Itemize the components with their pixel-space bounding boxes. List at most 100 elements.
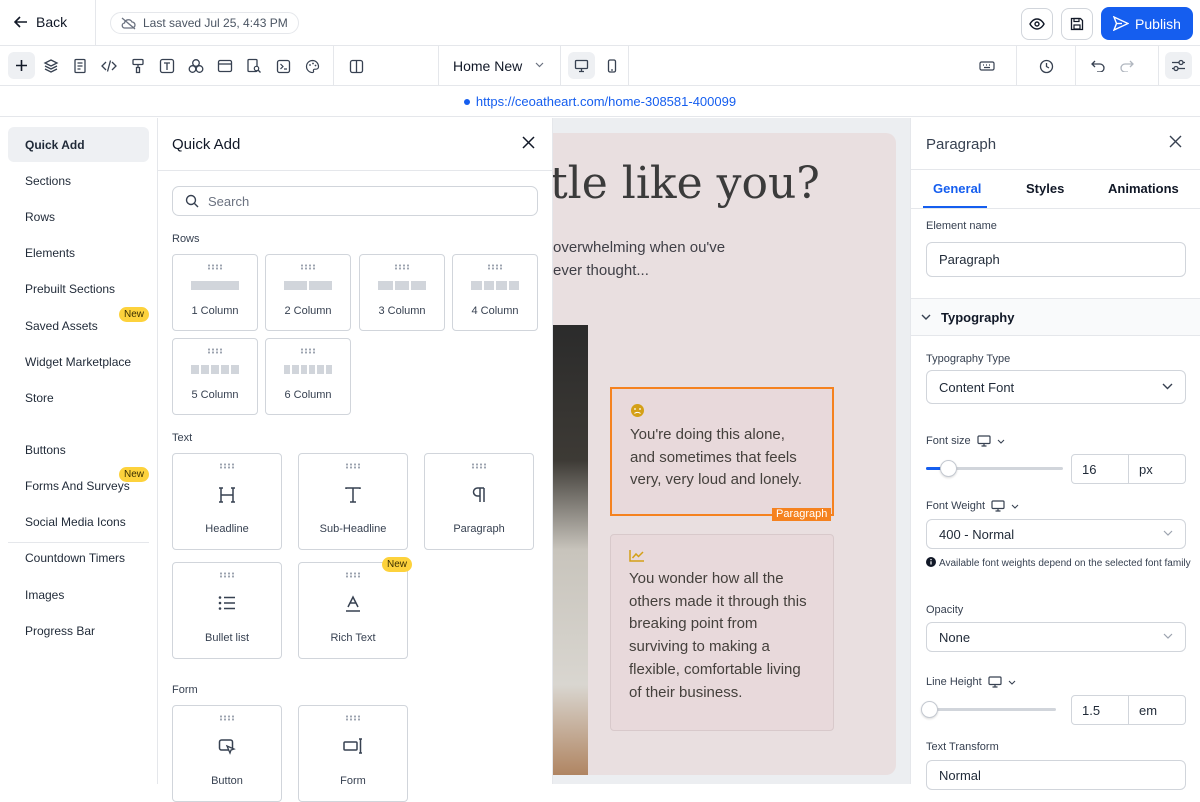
typography-button[interactable] [157,56,177,76]
slider-handle[interactable] [940,460,957,477]
text-t-icon [345,487,361,503]
font-size-unit-select[interactable]: px [1128,454,1186,484]
panel-title: Quick Add [172,136,241,153]
keyboard-shortcuts-button[interactable] [977,56,997,76]
settings-toggle-button[interactable] [1165,52,1192,79]
tab-general[interactable]: General [933,181,981,196]
text-box-icon [159,58,175,74]
redo-icon [1120,60,1134,72]
row-2-column-tile[interactable]: 2 Column [265,254,351,331]
shapes-button[interactable] [186,56,206,76]
publish-button[interactable]: Publish [1101,7,1193,40]
top-bar: Back Last saved Jul 25, 4:43 PM Publish [0,0,1200,46]
panel-title: Paragraph [926,136,997,153]
monitor-icon [574,59,589,72]
divider [1075,46,1076,86]
line-height-slider[interactable] [921,701,1056,718]
properties-panel: Paragraph General Styles Animations Elem… [910,118,1200,790]
keyboard-icon [979,61,995,71]
page-selector[interactable]: Home New [453,58,522,74]
line-height-input[interactable]: 1.5 [1071,695,1129,725]
back-button[interactable]: Back [14,14,67,30]
status-dot [463,98,470,105]
redo-button[interactable] [1117,56,1137,76]
undo-icon [1091,60,1105,72]
font-weight-select[interactable]: 400 - Normal [926,519,1186,549]
nav-rows[interactable]: Rows [8,199,149,234]
divider [333,46,334,86]
element-name-input[interactable]: Paragraph [926,242,1186,277]
new-badge: New [119,467,150,482]
text-section-label: Text [172,432,193,444]
hero-headline[interactable]: tle like you? [550,158,820,209]
history-button[interactable] [1036,56,1056,76]
bullet-list-tile[interactable]: Bullet list [172,562,282,659]
slider-handle[interactable] [921,701,938,718]
sub-headline-tile[interactable]: Sub-Headline [298,453,408,550]
nav-progress-bar[interactable]: Progress Bar [8,613,149,648]
font-size-input[interactable]: 16 [1071,454,1129,484]
save-button[interactable] [1061,8,1093,40]
browser-button[interactable] [215,56,235,76]
terminal-button[interactable] [273,56,293,76]
nav-social-media-icons[interactable]: Social Media Icons [8,504,149,539]
divider [95,0,96,46]
pages-button[interactable] [70,56,90,76]
eye-icon [1029,18,1045,30]
opacity-select[interactable]: None [926,622,1186,652]
line-height-unit-select[interactable]: em [1128,695,1186,725]
tab-animations[interactable]: Animations [1108,181,1179,196]
chevron-down-icon [1008,680,1016,685]
page-url-link[interactable]: https://ceoatheart.com/home-308581-40009… [476,94,736,109]
paragraph-card-selected[interactable]: You're doing this alone, and sometimes t… [610,387,834,516]
layers-button[interactable] [41,56,61,76]
palette-button[interactable] [302,56,322,76]
preview-button[interactable] [1021,8,1053,40]
rows-section-label: Rows [172,233,200,245]
paint-button[interactable] [128,56,148,76]
button-tile[interactable]: Button [172,705,282,802]
rich-text-tile[interactable]: Rich Text [298,562,408,659]
nav-quick-add[interactable]: Quick Add [8,127,149,162]
row-4-column-tile[interactable]: 4 Column [452,254,538,331]
nav-prebuilt-sections[interactable]: Prebuilt Sections [8,271,149,306]
nav-countdown-timers[interactable]: Countdown Timers [8,540,149,575]
drag-handle-icon [300,264,316,270]
sliders-icon [1172,59,1185,72]
font-size-slider[interactable] [926,460,1063,477]
paragraph-card[interactable]: You wonder how all the others made it th… [610,534,834,731]
desktop-view-button[interactable] [568,52,595,79]
row-6-column-tile[interactable]: 6 Column [265,338,351,415]
close-panel-button[interactable] [1169,135,1182,148]
nav-buttons[interactable]: Buttons [8,432,149,467]
nav-widget-marketplace[interactable]: Widget Marketplace [8,344,149,379]
selected-element-tag: Paragraph [772,508,832,521]
nav-store[interactable]: Store [8,380,149,415]
undo-button[interactable] [1088,56,1108,76]
last-saved-text: Last saved Jul 25, 4:43 PM [143,16,288,30]
seo-button[interactable] [244,56,264,76]
mobile-view-button[interactable] [598,52,625,79]
split-view-button[interactable] [346,56,366,76]
nav-elements[interactable]: Elements [8,235,149,270]
paragraph-tile[interactable]: Paragraph [424,453,534,550]
typography-section-toggle[interactable]: Typography [911,298,1200,336]
headline-tile[interactable]: Headline [172,453,282,550]
code-button[interactable] [99,56,119,76]
close-panel-button[interactable] [522,136,535,149]
hero-subtext[interactable]: overwhelming when ou've ever thought... [553,236,753,282]
typography-type-select[interactable]: Content Font [926,370,1186,404]
form-tile[interactable]: Form [298,705,408,802]
row-5-column-tile[interactable]: 5 Column [172,338,258,415]
row-1-column-tile[interactable]: 1 Column [172,254,258,331]
typography-label: Typography [941,309,1015,325]
nav-sections[interactable]: Sections [8,163,149,198]
tab-styles[interactable]: Styles [1026,181,1064,196]
text-transform-select[interactable]: Normal [926,760,1186,790]
row-3-column-tile[interactable]: 3 Column [359,254,445,331]
add-element-button[interactable] [8,52,35,79]
drag-handle-icon [471,463,487,469]
clock-icon [1039,59,1053,73]
nav-images[interactable]: Images [8,577,149,612]
search-input[interactable]: Search [172,186,538,216]
